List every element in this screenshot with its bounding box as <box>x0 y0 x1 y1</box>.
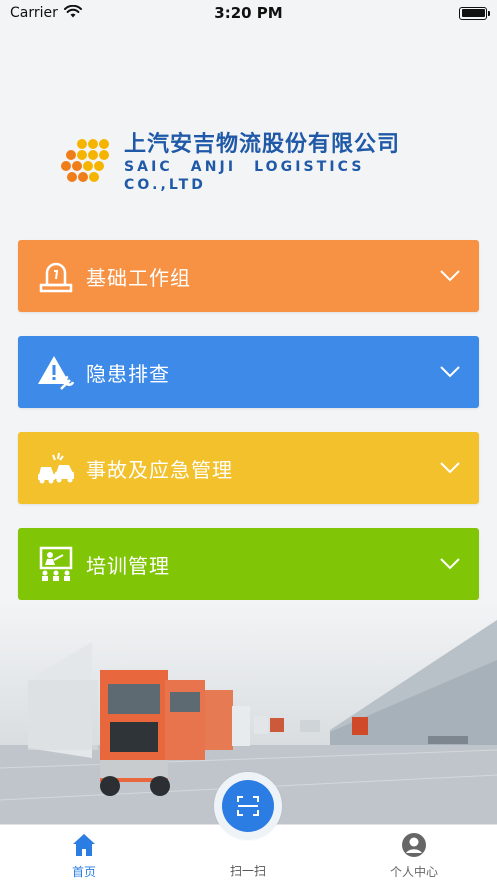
chevron-down-icon[interactable] <box>439 361 461 383</box>
user-icon <box>364 831 464 859</box>
menu-hazard-inspection[interactable]: 隐患排查 <box>18 336 479 408</box>
scan-button-wrapper <box>214 772 282 840</box>
scan-icon <box>237 796 259 816</box>
tab-profile-label: 个人中心 <box>389 865 438 879</box>
chevron-down-icon[interactable] <box>439 553 461 575</box>
chevron-down-icon[interactable] <box>439 457 461 479</box>
company-logo: 上汽安吉物流股份有限公司 SAIC ANJI LOGISTICS CO.,LTD <box>60 132 440 193</box>
battery-icon <box>459 6 490 20</box>
scan-button[interactable] <box>222 780 274 832</box>
car-accident-icon <box>36 448 76 488</box>
menu-label: 隐患排查 <box>86 361 170 386</box>
menu-label: 培训管理 <box>86 553 170 578</box>
menu-basic-work-group[interactable]: 基础工作组 <box>18 240 479 312</box>
chevron-down-icon[interactable] <box>439 265 461 287</box>
menu-label: 基础工作组 <box>86 265 191 290</box>
tab-home[interactable]: 首页 <box>34 831 134 880</box>
status-bar: Carrier 3:20 PM <box>0 0 497 26</box>
logo-text: 上汽安吉物流股份有限公司 SAIC ANJI LOGISTICS CO.,LTD <box>124 132 440 194</box>
logo-name-cn: 上汽安吉物流股份有限公司 <box>124 132 401 157</box>
status-time: 3:20 PM <box>214 4 283 22</box>
menu-label: 事故及应急管理 <box>86 457 233 482</box>
scan-label: 扫一扫 <box>229 864 266 878</box>
hazard-wrench-icon <box>36 352 76 392</box>
logo-dots-icon <box>60 138 118 188</box>
menu-accident-emergency[interactable]: 事故及应急管理 <box>18 432 479 504</box>
training-board-icon <box>36 544 76 584</box>
tab-profile[interactable]: 个人中心 <box>364 831 464 880</box>
menu-training-management[interactable]: 培训管理 <box>18 528 479 600</box>
tab-home-label: 首页 <box>71 865 96 879</box>
logo-name-en: SAIC ANJI LOGISTICS CO.,LTD <box>124 159 365 193</box>
home-icon <box>34 831 134 859</box>
warning-light-icon <box>36 256 76 296</box>
